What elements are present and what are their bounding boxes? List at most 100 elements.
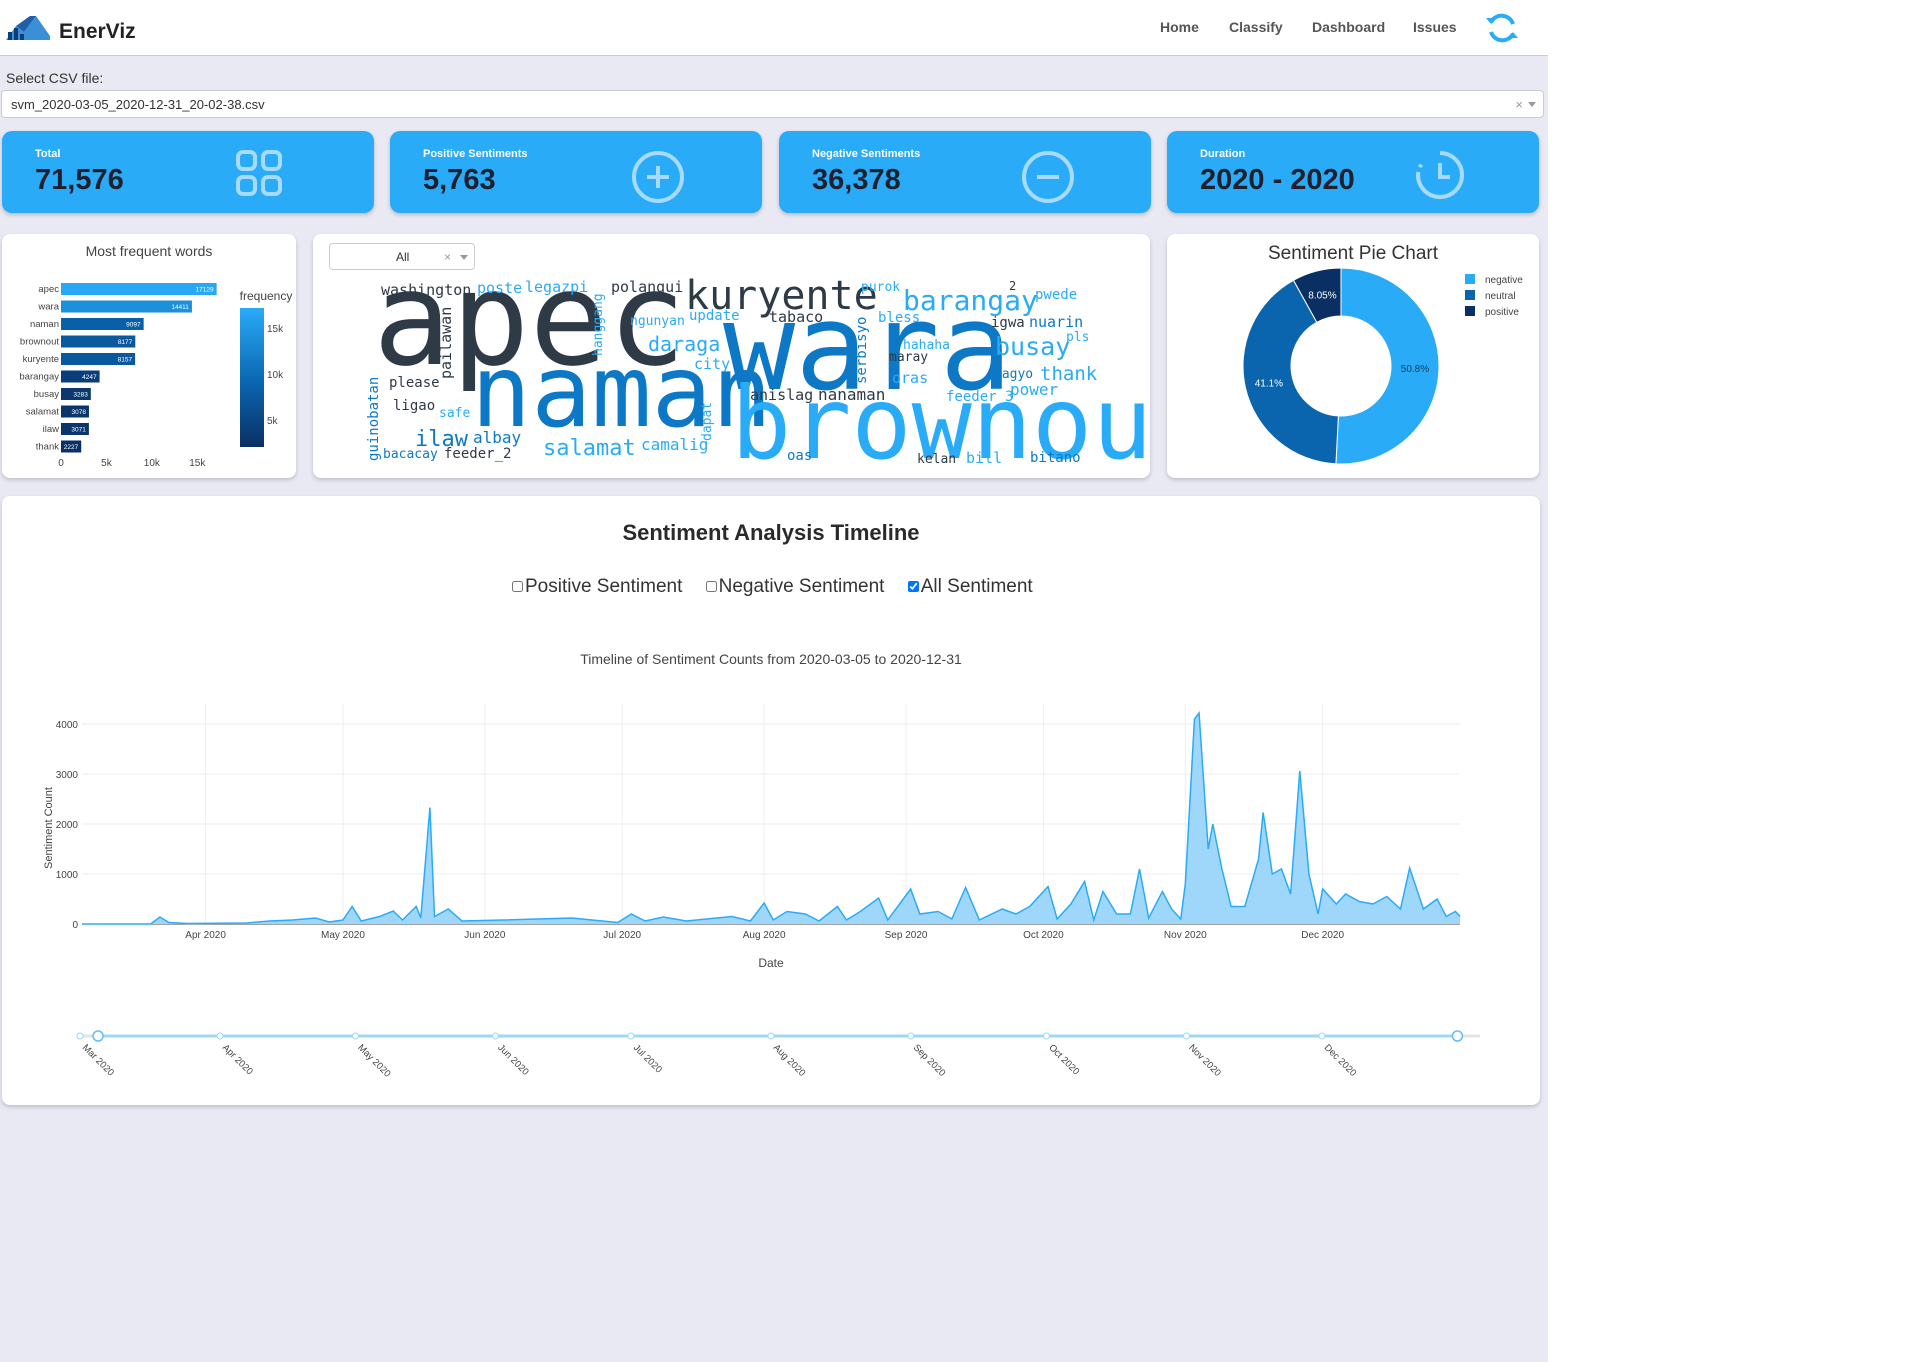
nav-home[interactable]: Home xyxy=(1160,19,1199,35)
wordcloud-word: igwa xyxy=(991,315,1025,331)
range-slider-handle-end[interactable] xyxy=(1451,1030,1464,1042)
wordcloud-word: dapat xyxy=(700,402,715,441)
wordcloud-word: oas xyxy=(787,448,812,464)
wordcloud-word: pls xyxy=(1066,330,1089,345)
bar-category-label: apec xyxy=(38,284,59,295)
wordcloud-word: ngunyan xyxy=(630,314,685,329)
wordcloud-word: feeder_2 xyxy=(444,446,511,462)
stat-label: Negative Sentiments xyxy=(812,148,921,160)
bar-category-label: barangay xyxy=(19,372,59,383)
wordcloud-word: albay xyxy=(473,428,522,447)
wordcloud-word: legazpi xyxy=(525,278,588,296)
range-slider-tick-label: May 2020 xyxy=(355,1042,392,1079)
csv-file-select[interactable]: svm_2020-03-05_2020-12-31_20-02-38.csv × xyxy=(1,90,1544,118)
legend-label-neutral[interactable]: neutral xyxy=(1485,291,1516,302)
wordcloud-word: tabaco xyxy=(769,308,823,326)
pie-slices: 50.8% 41.1% 8.05% xyxy=(1242,267,1440,465)
timeline-y-axis: 0 1000 2000 3000 4000 xyxy=(56,720,79,931)
bar-category-label: brownout xyxy=(20,337,59,348)
timeline-xlabel: Date xyxy=(758,956,784,970)
stat-label: Positive Sentiments xyxy=(423,148,528,160)
bar-value-label: 17129 xyxy=(196,287,214,294)
y-tick-label: 1000 xyxy=(56,870,79,881)
nav-issues[interactable]: Issues xyxy=(1413,19,1457,35)
wordcloud-word: please xyxy=(389,375,440,391)
wordcloud-word: feeder_3 xyxy=(946,389,1013,405)
minus-circle-icon xyxy=(1022,151,1074,203)
bar-value-label: 3283 xyxy=(73,392,88,399)
range-slider-tick-label: Jun 2020 xyxy=(495,1042,530,1077)
legend-swatch-negative xyxy=(1465,274,1475,284)
stat-label: Total xyxy=(35,148,61,160)
range-slider-tick-dot xyxy=(1042,1032,1050,1040)
bar-value-label: 8177 xyxy=(118,339,133,346)
frequent-words-title: Most frequent words xyxy=(86,243,213,259)
range-slider-tick-label: Oct 2020 xyxy=(1046,1042,1081,1077)
bar-value-label: 3071 xyxy=(71,427,86,434)
bar-category-label: salamat xyxy=(26,407,60,418)
range-slider[interactable]: Mar 2020 Apr 2020 May 2020 Jun 2020 Jul 2020… xyxy=(76,1030,1480,1080)
x-tick-label: Aug 2020 xyxy=(743,930,786,941)
stat-card-duration: Duration 2020 - 2020 xyxy=(1167,131,1539,213)
range-slider-tick-label: Apr 2020 xyxy=(220,1042,255,1077)
range-slider-tick-dot xyxy=(216,1032,224,1040)
sentiment-pie-chart: Sentiment Pie Chart 50.8% 41.1% 8.05% nega… xyxy=(1242,243,1523,465)
stat-card-positive: Positive Sentiments 5,763 xyxy=(390,131,762,213)
x-tick-label: Sep 2020 xyxy=(885,930,928,941)
stat-label: Duration xyxy=(1200,148,1246,160)
wordcloud-word: pailawan xyxy=(437,307,455,379)
wordcloud: apecwaranamanbrownoutkuryentebarangaybus… xyxy=(366,243,1150,478)
stat-value: 36,378 xyxy=(812,164,901,196)
csv-clear-icon[interactable]: × xyxy=(1515,97,1523,112)
clock-icon xyxy=(1416,151,1464,199)
wordcloud-panel: All × apecwaranamanbrownoutkuryentebaran… xyxy=(313,234,1150,478)
timeline-series xyxy=(82,710,1461,925)
nav-dashboard[interactable]: Dashboard xyxy=(1312,19,1385,35)
wordcloud-word: anislag xyxy=(750,386,813,404)
grid-icon xyxy=(236,150,282,196)
legend-label-negative[interactable]: negative xyxy=(1485,275,1523,286)
x-tick-label: Oct 2020 xyxy=(1023,930,1064,941)
y-tick-label: 3000 xyxy=(56,770,79,781)
wordcloud-word: busay xyxy=(995,332,1070,361)
navbar: EnerViz Home Classify Dashboard Issues xyxy=(0,0,1548,56)
pie-slice-label: 50.8% xyxy=(1401,364,1429,375)
bar-category-label: ilaw xyxy=(43,424,60,435)
csv-selected-value: svm_2020-03-05_2020-12-31_20-02-38.csv xyxy=(11,97,265,112)
nav-classify[interactable]: Classify xyxy=(1229,19,1283,35)
wordcloud-word: daraga xyxy=(648,332,720,356)
wordcloud-word: camalig xyxy=(641,435,708,454)
wordcloud-word: maray xyxy=(889,350,928,365)
refresh-icon[interactable] xyxy=(1484,10,1520,46)
x-tick-label: 5k xyxy=(101,458,113,469)
legend-label-positive[interactable]: positive xyxy=(1485,307,1519,318)
bar-category-label: wara xyxy=(37,302,59,313)
chevron-down-icon[interactable] xyxy=(1528,102,1536,107)
wordcloud-word: kelan xyxy=(917,452,956,467)
x-tick-label: Jul 2020 xyxy=(603,930,641,941)
bar-value-label: 9097 xyxy=(126,322,141,329)
wordcloud-word: hanggang xyxy=(591,293,606,356)
colorbar xyxy=(240,308,264,447)
x-tick-label: 15k xyxy=(189,458,206,469)
frequent-words-x-axis: 0 5k 10k 15k xyxy=(58,458,206,469)
timeline-chart: Timeline of Sentiment Counts from 2020-0… xyxy=(43,651,1480,1080)
wordcloud-word: purok xyxy=(861,280,900,295)
bar-value-label: 8157 xyxy=(118,357,133,364)
colorbar-title: frequency xyxy=(240,289,293,303)
wordcloud-word: city xyxy=(694,355,730,373)
plus-circle-icon xyxy=(632,151,684,203)
series-area xyxy=(82,713,1460,924)
timeline-ylabel: Sentiment Count xyxy=(43,787,55,869)
colorbar-tick: 15k xyxy=(267,324,284,335)
bar-category-label: naman xyxy=(30,319,59,330)
pie-slice-label: 41.1% xyxy=(1255,379,1283,390)
brand-name[interactable]: EnerViz xyxy=(59,20,136,44)
pie-slice-label: 8.05% xyxy=(1308,290,1336,301)
bar-category-label: kuryente xyxy=(23,354,59,365)
bar-apec[interactable] xyxy=(61,283,217,295)
wordcloud-word: 2 xyxy=(1009,279,1016,293)
range-slider-handle-start[interactable] xyxy=(92,1030,104,1042)
range-slider-tick-label: Nov 2020 xyxy=(1186,1042,1223,1079)
bar-value-label: 4247 xyxy=(82,374,97,381)
